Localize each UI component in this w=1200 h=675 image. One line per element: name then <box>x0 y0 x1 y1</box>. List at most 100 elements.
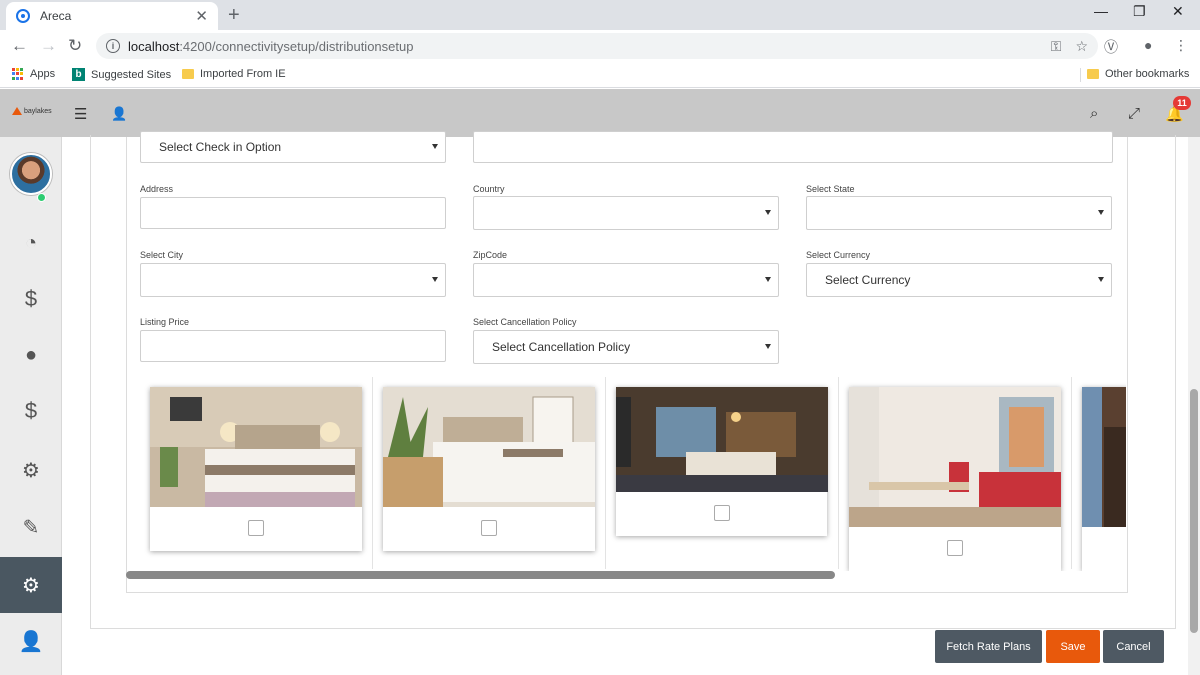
sidebar-item-settings[interactable]: ⚙ <box>0 442 62 498</box>
zipcode-label: ZipCode <box>473 250 508 260</box>
browser-tab[interactable]: Areca ✕ <box>6 2 218 30</box>
state-label: Select State <box>806 184 855 194</box>
page-vertical-scrollbar[interactable] <box>1188 137 1200 675</box>
checkin-details-input[interactable] <box>473 131 1113 163</box>
bookmark-imported-ie[interactable]: Imported From IE <box>182 68 286 80</box>
chevron-down-icon <box>1098 210 1104 215</box>
expand-icon[interactable]: ⤢ <box>1128 105 1140 122</box>
gears-icon: ⚙ <box>22 574 40 597</box>
bookmark-star-icon[interactable]: ☆ <box>1075 38 1088 55</box>
forward-icon[interactable]: → <box>40 36 57 56</box>
sidebar-item-edit[interactable]: ✎ <box>0 499 62 555</box>
bookmark-other-label: Other bookmarks <box>1105 68 1190 80</box>
gallery-column <box>606 377 839 569</box>
country-select[interactable] <box>473 196 779 230</box>
image-select-checkbox[interactable] <box>248 520 264 536</box>
room-image-card <box>849 387 1061 571</box>
cancel-button[interactable]: Cancel <box>1103 630 1164 663</box>
profile-icon[interactable]: ● <box>1144 37 1152 53</box>
menu-icon[interactable]: ☰ <box>74 105 87 123</box>
gallery-horizontal-scrollbar[interactable] <box>126 571 835 579</box>
bookmarks-bar: Apps b Suggested Sites Imported From IE … <box>0 62 1200 88</box>
chevron-down-icon <box>1098 277 1104 282</box>
country-label: Country <box>473 184 505 194</box>
key-icon[interactable]: ⚿ <box>1051 38 1062 55</box>
currency-select[interactable]: Select Currency <box>806 263 1112 297</box>
reload-icon[interactable]: ↻ <box>68 36 82 56</box>
extension-v-icon[interactable]: Ⓥ <box>1104 37 1118 57</box>
cancellation-policy-value: Select Cancellation Policy <box>492 340 631 354</box>
back-icon[interactable]: ← <box>11 36 28 56</box>
room-photo <box>1082 387 1126 527</box>
main-content: Select Check in Option Address Country S… <box>62 131 1188 675</box>
fetch-rate-plans-button[interactable]: Fetch Rate Plans <box>935 630 1042 663</box>
chevron-down-icon <box>765 344 771 349</box>
cancellation-policy-label: Select Cancellation Policy <box>473 317 577 327</box>
chevron-down-icon <box>432 277 438 282</box>
room-image-gallery <box>140 377 1126 571</box>
address-label: Address <box>140 184 174 194</box>
sidebar-item-pricing[interactable]: $ <box>0 383 62 439</box>
globe-icon: ● <box>24 343 38 366</box>
image-select-checkbox[interactable] <box>713 505 730 521</box>
image-select-checkbox[interactable] <box>947 540 963 556</box>
folder-icon <box>1087 69 1099 79</box>
room-photo <box>383 387 595 507</box>
folder-icon <box>182 69 194 79</box>
page-scrollbar-thumb[interactable] <box>1190 389 1198 633</box>
browser-tab-strip: Areca ✕ + — ❐ ✕ <box>0 0 1200 30</box>
room-image-card <box>1082 387 1126 571</box>
minimize-icon[interactable]: — <box>1094 3 1108 19</box>
browser-toolbar: ← → ↻ i localhost:4200/connectivitysetup… <box>0 30 1200 62</box>
restore-icon[interactable]: ❐ <box>1133 3 1146 20</box>
avatar[interactable] <box>10 153 52 195</box>
zipcode-select[interactable] <box>473 263 779 297</box>
sidebar-item-dashboard[interactable]: ◔ <box>0 215 62 271</box>
tab-title: Areca <box>40 9 72 23</box>
user-icon[interactable]: 👤 <box>111 106 127 122</box>
search-icon[interactable]: ⌕ <box>1090 105 1098 122</box>
address-bar[interactable]: i localhost:4200/connectivitysetup/distr… <box>96 33 1098 59</box>
new-tab-button[interactable]: + <box>228 4 240 27</box>
chevron-down-icon <box>765 277 771 282</box>
online-status-icon <box>37 193 46 202</box>
apps-grid-icon <box>12 68 24 80</box>
browser-menu-icon[interactable]: ⋮ <box>1174 37 1188 54</box>
bookmark-suggested-label: Suggested Sites <box>91 68 172 81</box>
listing-price-label: Listing Price <box>140 317 190 327</box>
sidebar-item-globe[interactable]: ● <box>0 327 62 383</box>
notification-badge: 11 <box>1173 96 1191 110</box>
state-select[interactable] <box>806 196 1112 230</box>
dollar-icon: $ <box>24 398 38 423</box>
sidebar-item-connectivity[interactable]: ⚙ <box>0 557 62 613</box>
areca-favicon-icon <box>16 9 30 23</box>
url-path: :4200/connectivitysetup/distributionsetu… <box>179 38 414 54</box>
currency-value: Select Currency <box>825 273 911 287</box>
listing-price-input[interactable] <box>140 330 446 362</box>
site-info-icon[interactable]: i <box>106 39 120 53</box>
bookmark-suggested-sites[interactable]: b Suggested Sites <box>72 68 171 81</box>
dollar-icon: $ <box>24 286 38 311</box>
room-photo <box>849 387 1061 527</box>
room-image-card <box>383 387 595 551</box>
gallery-column <box>373 377 606 569</box>
save-button[interactable]: Save <box>1046 630 1100 663</box>
city-select[interactable] <box>140 263 446 297</box>
image-select-checkbox[interactable] <box>481 520 497 536</box>
bookmark-other[interactable]: Other bookmarks <box>1087 68 1189 80</box>
sidebar-item-users[interactable]: 👤 <box>0 613 62 669</box>
tab-close-icon[interactable]: ✕ <box>195 7 208 25</box>
address-input[interactable] <box>140 197 446 229</box>
bookmark-separator <box>1080 68 1081 82</box>
chevron-down-icon <box>432 144 438 149</box>
window-close-icon[interactable]: ✕ <box>1172 3 1184 20</box>
bookmark-apps[interactable]: Apps <box>12 68 55 80</box>
logo-text: baylakes <box>24 107 52 115</box>
cancellation-policy-select[interactable]: Select Cancellation Policy <box>473 330 779 364</box>
sidebar-item-finance[interactable]: $ <box>0 271 62 327</box>
app-logo[interactable]: baylakes <box>12 107 52 115</box>
city-label: Select City <box>140 250 184 260</box>
checkin-option-select[interactable]: Select Check in Option <box>140 131 446 163</box>
chevron-down-icon <box>765 210 771 215</box>
bookmark-apps-label: Apps <box>30 68 56 80</box>
